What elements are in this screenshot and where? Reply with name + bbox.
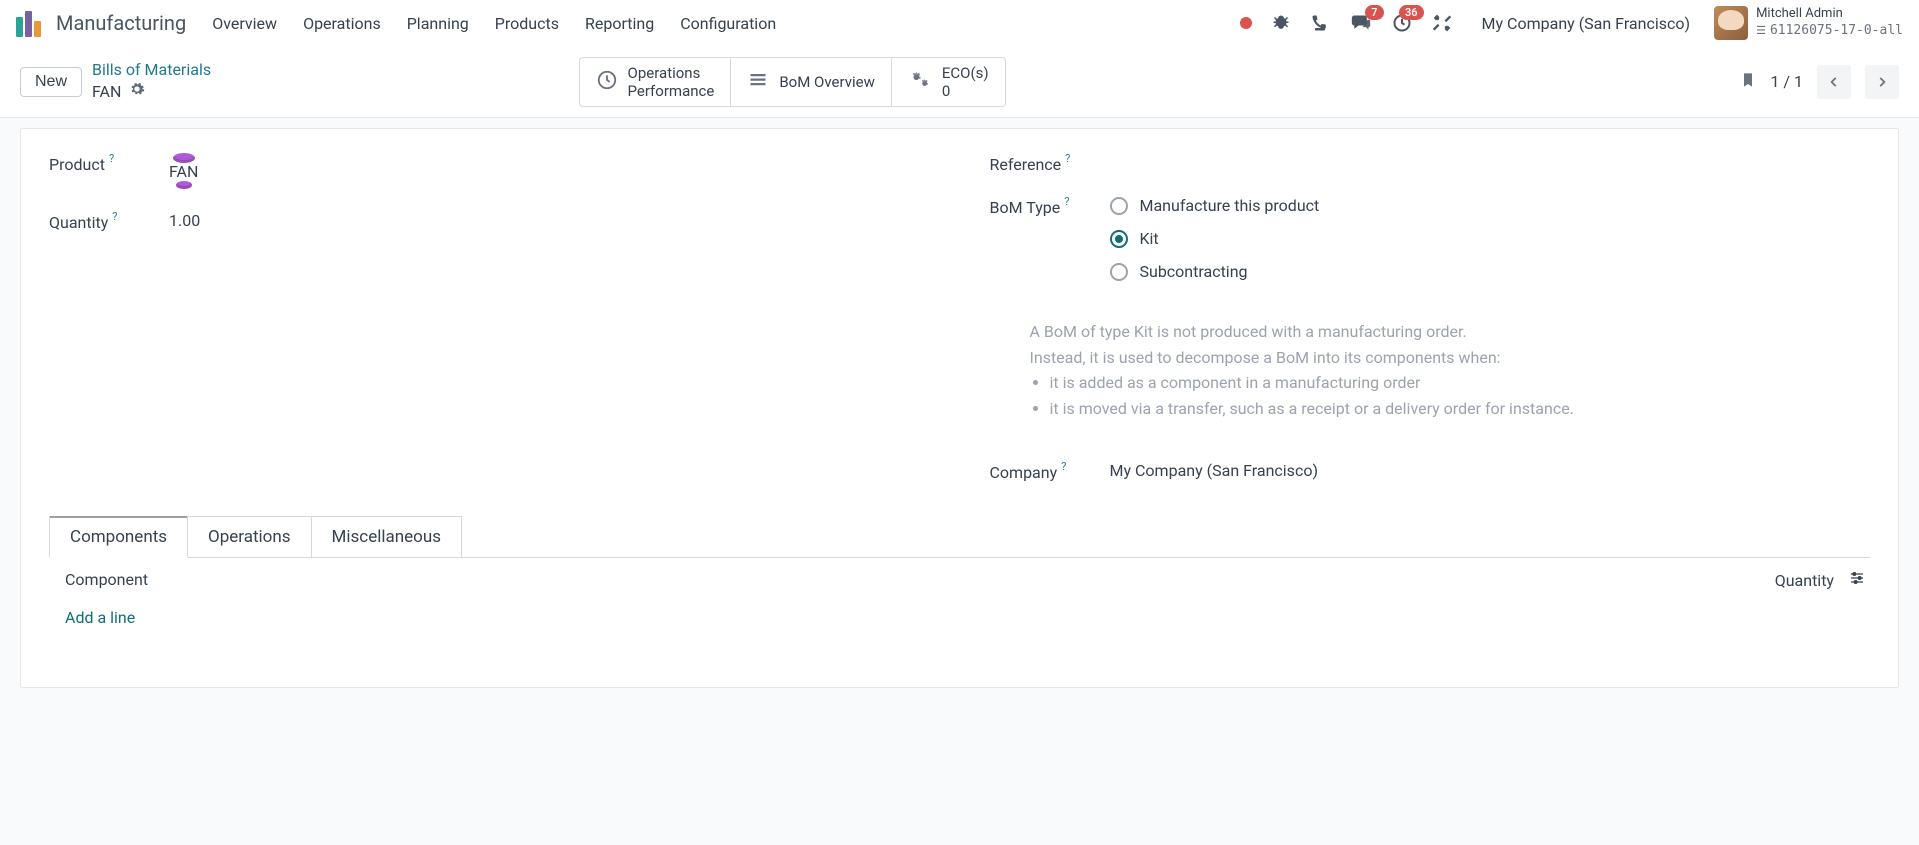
tab-components[interactable]: Components bbox=[49, 516, 188, 558]
tab-miscellaneous[interactable]: Miscellaneous bbox=[312, 516, 462, 558]
nav-icons: 7 36 My Company (San Francisco) bbox=[1240, 13, 1691, 33]
app-logo[interactable] bbox=[16, 9, 44, 37]
activity-icon[interactable]: 36 bbox=[1392, 13, 1412, 33]
help-icon[interactable]: ? bbox=[112, 210, 117, 223]
tabs: Components Operations Miscellaneous bbox=[49, 516, 1870, 558]
radio-manufacture[interactable]: Manufacture this product bbox=[1110, 196, 1320, 215]
radio-kit[interactable]: Kit bbox=[1110, 229, 1320, 248]
user-menu[interactable]: Mitchell Admin ☰61126075-17-0-all bbox=[1714, 6, 1903, 40]
form-sheet: Product ? FAN Quantity ? bbox=[20, 128, 1899, 688]
list-icon bbox=[747, 71, 769, 93]
avatar bbox=[1714, 6, 1748, 40]
chat-badge: 7 bbox=[1365, 5, 1383, 20]
help-icon[interactable]: ? bbox=[1061, 460, 1066, 473]
breadcrumb-parent[interactable]: Bills of Materials bbox=[92, 60, 211, 81]
app-name[interactable]: Manufacturing bbox=[56, 11, 186, 35]
label-bom-type: BoM Type bbox=[990, 198, 1061, 217]
components-table-header: Component Quantity bbox=[49, 558, 1870, 600]
label-product: Product bbox=[49, 155, 105, 174]
stat-operations-performance[interactable]: Operations Performance bbox=[579, 57, 732, 107]
label-quantity: Quantity bbox=[49, 213, 108, 232]
optional-columns-icon[interactable] bbox=[1848, 570, 1866, 590]
field-quantity[interactable]: 1.00 bbox=[169, 211, 200, 230]
field-bom-type: Manufacture this product Kit Subcontract… bbox=[1110, 196, 1320, 281]
pager-text[interactable]: 1 / 1 bbox=[1770, 72, 1803, 91]
bug-icon[interactable] bbox=[1272, 14, 1290, 32]
help-icon[interactable]: ? bbox=[1065, 152, 1070, 165]
new-button[interactable]: New bbox=[20, 67, 82, 97]
pager-next-button[interactable] bbox=[1865, 65, 1899, 99]
nav-planning[interactable]: Planning bbox=[407, 14, 469, 33]
clock-icon bbox=[596, 69, 618, 95]
breadcrumb-record: FAN bbox=[92, 82, 121, 103]
record-dot-icon[interactable] bbox=[1240, 17, 1252, 29]
nav-reporting[interactable]: Reporting bbox=[585, 14, 654, 33]
gear-icon[interactable] bbox=[129, 81, 145, 103]
pager-prev-button[interactable] bbox=[1817, 65, 1851, 99]
help-icon[interactable]: ? bbox=[1064, 195, 1069, 208]
radio-icon bbox=[1110, 197, 1128, 215]
chat-icon[interactable]: 7 bbox=[1350, 13, 1372, 33]
field-product[interactable]: FAN bbox=[169, 153, 198, 189]
nav-operations[interactable]: Operations bbox=[303, 14, 381, 33]
nav-configuration[interactable]: Configuration bbox=[680, 14, 776, 33]
cogs-icon bbox=[908, 69, 932, 95]
product-image-icon bbox=[176, 181, 192, 189]
action-bar: New Bills of Materials FAN Operations Pe… bbox=[0, 46, 1919, 118]
top-navbar: Manufacturing Overview Operations Planni… bbox=[0, 0, 1919, 46]
stat-bom-overview[interactable]: BoM Overview bbox=[731, 57, 892, 107]
company-switcher[interactable]: My Company (San Francisco) bbox=[1482, 14, 1691, 33]
radio-icon bbox=[1110, 230, 1128, 248]
label-company: Company bbox=[990, 463, 1058, 482]
radio-subcontracting[interactable]: Subcontracting bbox=[1110, 262, 1320, 281]
field-company[interactable]: My Company (San Francisco) bbox=[1110, 461, 1319, 480]
breadcrumb: Bills of Materials FAN bbox=[92, 60, 211, 103]
nav-overview[interactable]: Overview bbox=[212, 14, 277, 33]
db-name: ☰61126075-17-0-all bbox=[1756, 23, 1903, 40]
nav-menu: Overview Operations Planning Products Re… bbox=[212, 14, 776, 33]
phone-icon[interactable] bbox=[1310, 13, 1330, 33]
col-quantity[interactable]: Quantity bbox=[1775, 571, 1834, 590]
bookmark-icon[interactable] bbox=[1740, 70, 1756, 94]
nav-products[interactable]: Products bbox=[495, 14, 559, 33]
tools-icon[interactable] bbox=[1432, 13, 1452, 33]
add-line-link[interactable]: Add a line bbox=[49, 600, 1870, 645]
help-icon[interactable]: ? bbox=[109, 152, 114, 165]
radio-icon bbox=[1110, 263, 1128, 281]
bom-type-description: A BoM of type Kit is not produced with a… bbox=[990, 319, 1871, 421]
stat-ecos[interactable]: ECO(s) 0 bbox=[892, 57, 1006, 107]
label-reference: Reference bbox=[990, 155, 1062, 174]
user-name: Mitchell Admin bbox=[1756, 6, 1903, 23]
col-component[interactable]: Component bbox=[65, 570, 148, 590]
tab-operations[interactable]: Operations bbox=[188, 516, 312, 558]
activity-badge: 36 bbox=[1399, 5, 1424, 20]
